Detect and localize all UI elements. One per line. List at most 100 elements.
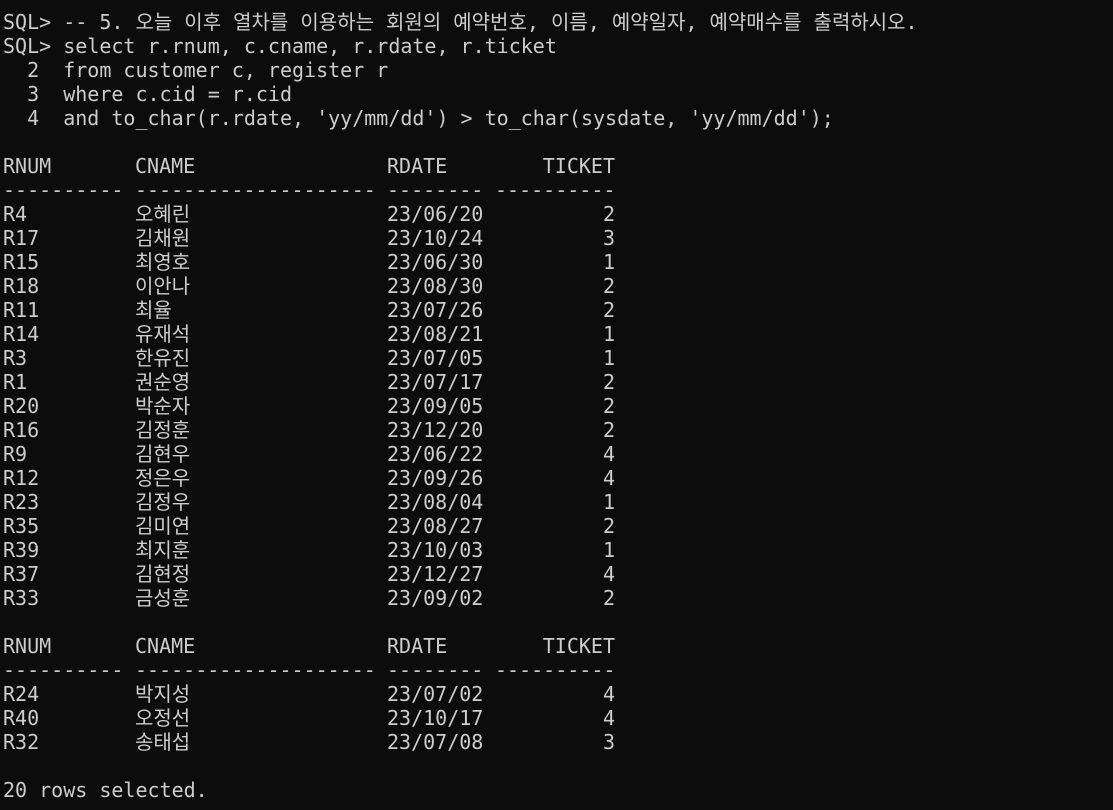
result-rows: R4 오혜린 23/06/20 2 R17 김채원 23/10/24 3 R15 최영호 23/06… <box>3 202 1113 610</box>
result-page-1: RNUM CNAME RDATE TICKET ---------- -----… <box>3 154 1113 610</box>
cell-rnum: R39 <box>3 538 40 562</box>
table-row: R9 김현우 23/06/22 4 <box>3 442 1113 466</box>
table-row: R35 김미연 23/08/27 2 <box>3 514 1113 538</box>
cell-rdate: 23/07/02 <box>387 682 484 706</box>
cell-rdate: 23/07/17 <box>387 370 484 394</box>
cell-rnum: R40 <box>3 706 40 730</box>
cell-rnum: R24 <box>3 682 40 706</box>
cell-cname: 김미연 <box>135 514 191 538</box>
cell-cname: 최지훈 <box>135 538 191 562</box>
query-line: SQL> select r.rnum, c.cname, r.rdate, r.… <box>3 34 557 58</box>
sql-query-block: SQL> -- 5. 오늘 이후 열차를 이용하는 회원의 예약번호, 이름, … <box>3 10 1113 130</box>
cell-ticket: 4 <box>602 706 615 730</box>
cell-rdate: 23/08/21 <box>387 322 484 346</box>
cell-cname: 김현정 <box>135 562 191 586</box>
cell-ticket: 1 <box>602 346 615 370</box>
terminal-window[interactable]: SQL> -- 5. 오늘 이후 열차를 이용하는 회원의 예약번호, 이름, … <box>0 0 1113 810</box>
cell-ticket: 2 <box>602 298 615 322</box>
table-row: R4 오혜린 23/06/20 2 <box>3 202 1113 226</box>
cell-cname: 김채원 <box>135 226 191 250</box>
cell-rnum: R37 <box>3 562 40 586</box>
table-row: R14 유재석 23/08/21 1 <box>3 322 1113 346</box>
header-ticket: TICKET <box>542 634 615 658</box>
cell-rnum: R9 <box>3 442 28 466</box>
cell-ticket: 2 <box>602 586 615 610</box>
cell-ticket: 4 <box>602 562 615 586</box>
table-row: R40 오정선 23/10/17 4 <box>3 706 1113 730</box>
header-rdate: RDATE <box>387 154 448 178</box>
cell-rnum: R17 <box>3 226 40 250</box>
underline-cname: -------------------- <box>135 178 376 202</box>
query-line: 3 where c.cid = r.cid <box>3 82 292 106</box>
cell-ticket: 2 <box>602 370 615 394</box>
table-row: R12 정은우 23/09/26 4 <box>3 466 1113 490</box>
table-row: R37 김현정 23/12/27 4 <box>3 562 1113 586</box>
table-row: R3 한유진 23/07/05 1 <box>3 346 1113 370</box>
table-row: R39 최지훈 23/10/03 1 <box>3 538 1113 562</box>
cell-rdate: 23/06/20 <box>387 202 484 226</box>
underline-rnum: ---------- <box>3 178 124 202</box>
table-row: R24 박지성 23/07/02 4 <box>3 682 1113 706</box>
cell-rnum: R15 <box>3 250 40 274</box>
cell-ticket: 2 <box>602 394 615 418</box>
cell-rdate: 23/06/22 <box>387 442 484 466</box>
query-line: SQL> -- 5. 오늘 이후 열차를 이용하는 회원의 예약번호, 이름, … <box>3 10 918 34</box>
cell-ticket: 1 <box>602 250 615 274</box>
cell-ticket: 2 <box>602 274 615 298</box>
cell-ticket: 2 <box>602 514 615 538</box>
header-rdate: RDATE <box>387 634 448 658</box>
cell-rnum: R20 <box>3 394 40 418</box>
table-row: R33 금성훈 23/09/02 2 <box>3 586 1113 610</box>
cell-rnum: R35 <box>3 514 40 538</box>
cell-ticket: 1 <box>602 538 615 562</box>
underline-ticket: ---------- <box>495 658 616 682</box>
cell-cname: 정은우 <box>135 466 191 490</box>
cell-rdate: 23/07/05 <box>387 346 484 370</box>
cell-rdate: 23/10/03 <box>387 538 484 562</box>
underline-ticket: ---------- <box>495 178 616 202</box>
query-line: 2 from customer c, register r <box>3 58 389 82</box>
cell-cname: 김정훈 <box>135 418 191 442</box>
column-header-row: RNUM CNAME RDATE TICKET <box>3 154 1113 178</box>
cell-cname: 권순영 <box>135 370 191 394</box>
cell-cname: 유재석 <box>135 322 191 346</box>
cell-rdate: 23/09/02 <box>387 586 484 610</box>
cell-rdate: 23/07/26 <box>387 298 484 322</box>
cell-rdate: 23/06/30 <box>387 250 484 274</box>
cell-cname: 이안나 <box>135 274 191 298</box>
header-cname: CNAME <box>135 634 196 658</box>
underline-rnum: ---------- <box>3 658 124 682</box>
result-rows: R24 박지성 23/07/02 4 R40 오정선 23/10/17 4 R32 송태섭 23/0… <box>3 682 1113 754</box>
result-page-2: RNUM CNAME RDATE TICKET ---------- -----… <box>3 634 1113 754</box>
query-line: 4 and to_char(r.rdate, 'yy/mm/dd') > to_… <box>3 106 834 130</box>
table-row: R16 김정훈 23/12/20 2 <box>3 418 1113 442</box>
cell-ticket: 1 <box>602 490 615 514</box>
column-header-row: RNUM CNAME RDATE TICKET <box>3 634 1113 658</box>
cell-rdate: 23/08/30 <box>387 274 484 298</box>
cell-cname: 최영호 <box>135 250 191 274</box>
cell-cname: 최율 <box>135 298 172 322</box>
cell-rnum: R11 <box>3 298 40 322</box>
table-row: R23 김정우 23/08/04 1 <box>3 490 1113 514</box>
cell-ticket: 1 <box>602 322 615 346</box>
table-row: R32 송태섭 23/07/08 3 <box>3 730 1113 754</box>
cell-rnum: R32 <box>3 730 40 754</box>
cell-cname: 오정선 <box>135 706 191 730</box>
header-rnum: RNUM <box>3 154 52 178</box>
cell-cname: 오혜린 <box>135 202 191 226</box>
cell-ticket: 3 <box>602 226 615 250</box>
cell-rdate: 23/09/26 <box>387 466 484 490</box>
table-row: R17 김채원 23/10/24 3 <box>3 226 1113 250</box>
cell-rnum: R14 <box>3 322 40 346</box>
cell-ticket: 2 <box>602 202 615 226</box>
cell-rnum: R18 <box>3 274 40 298</box>
cell-rnum: R33 <box>3 586 40 610</box>
underline-rdate: -------- <box>387 178 484 202</box>
cell-rnum: R23 <box>3 490 40 514</box>
table-row: R1 권순영 23/07/17 2 <box>3 370 1113 394</box>
cell-rdate: 23/10/24 <box>387 226 484 250</box>
cell-rnum: R16 <box>3 418 40 442</box>
